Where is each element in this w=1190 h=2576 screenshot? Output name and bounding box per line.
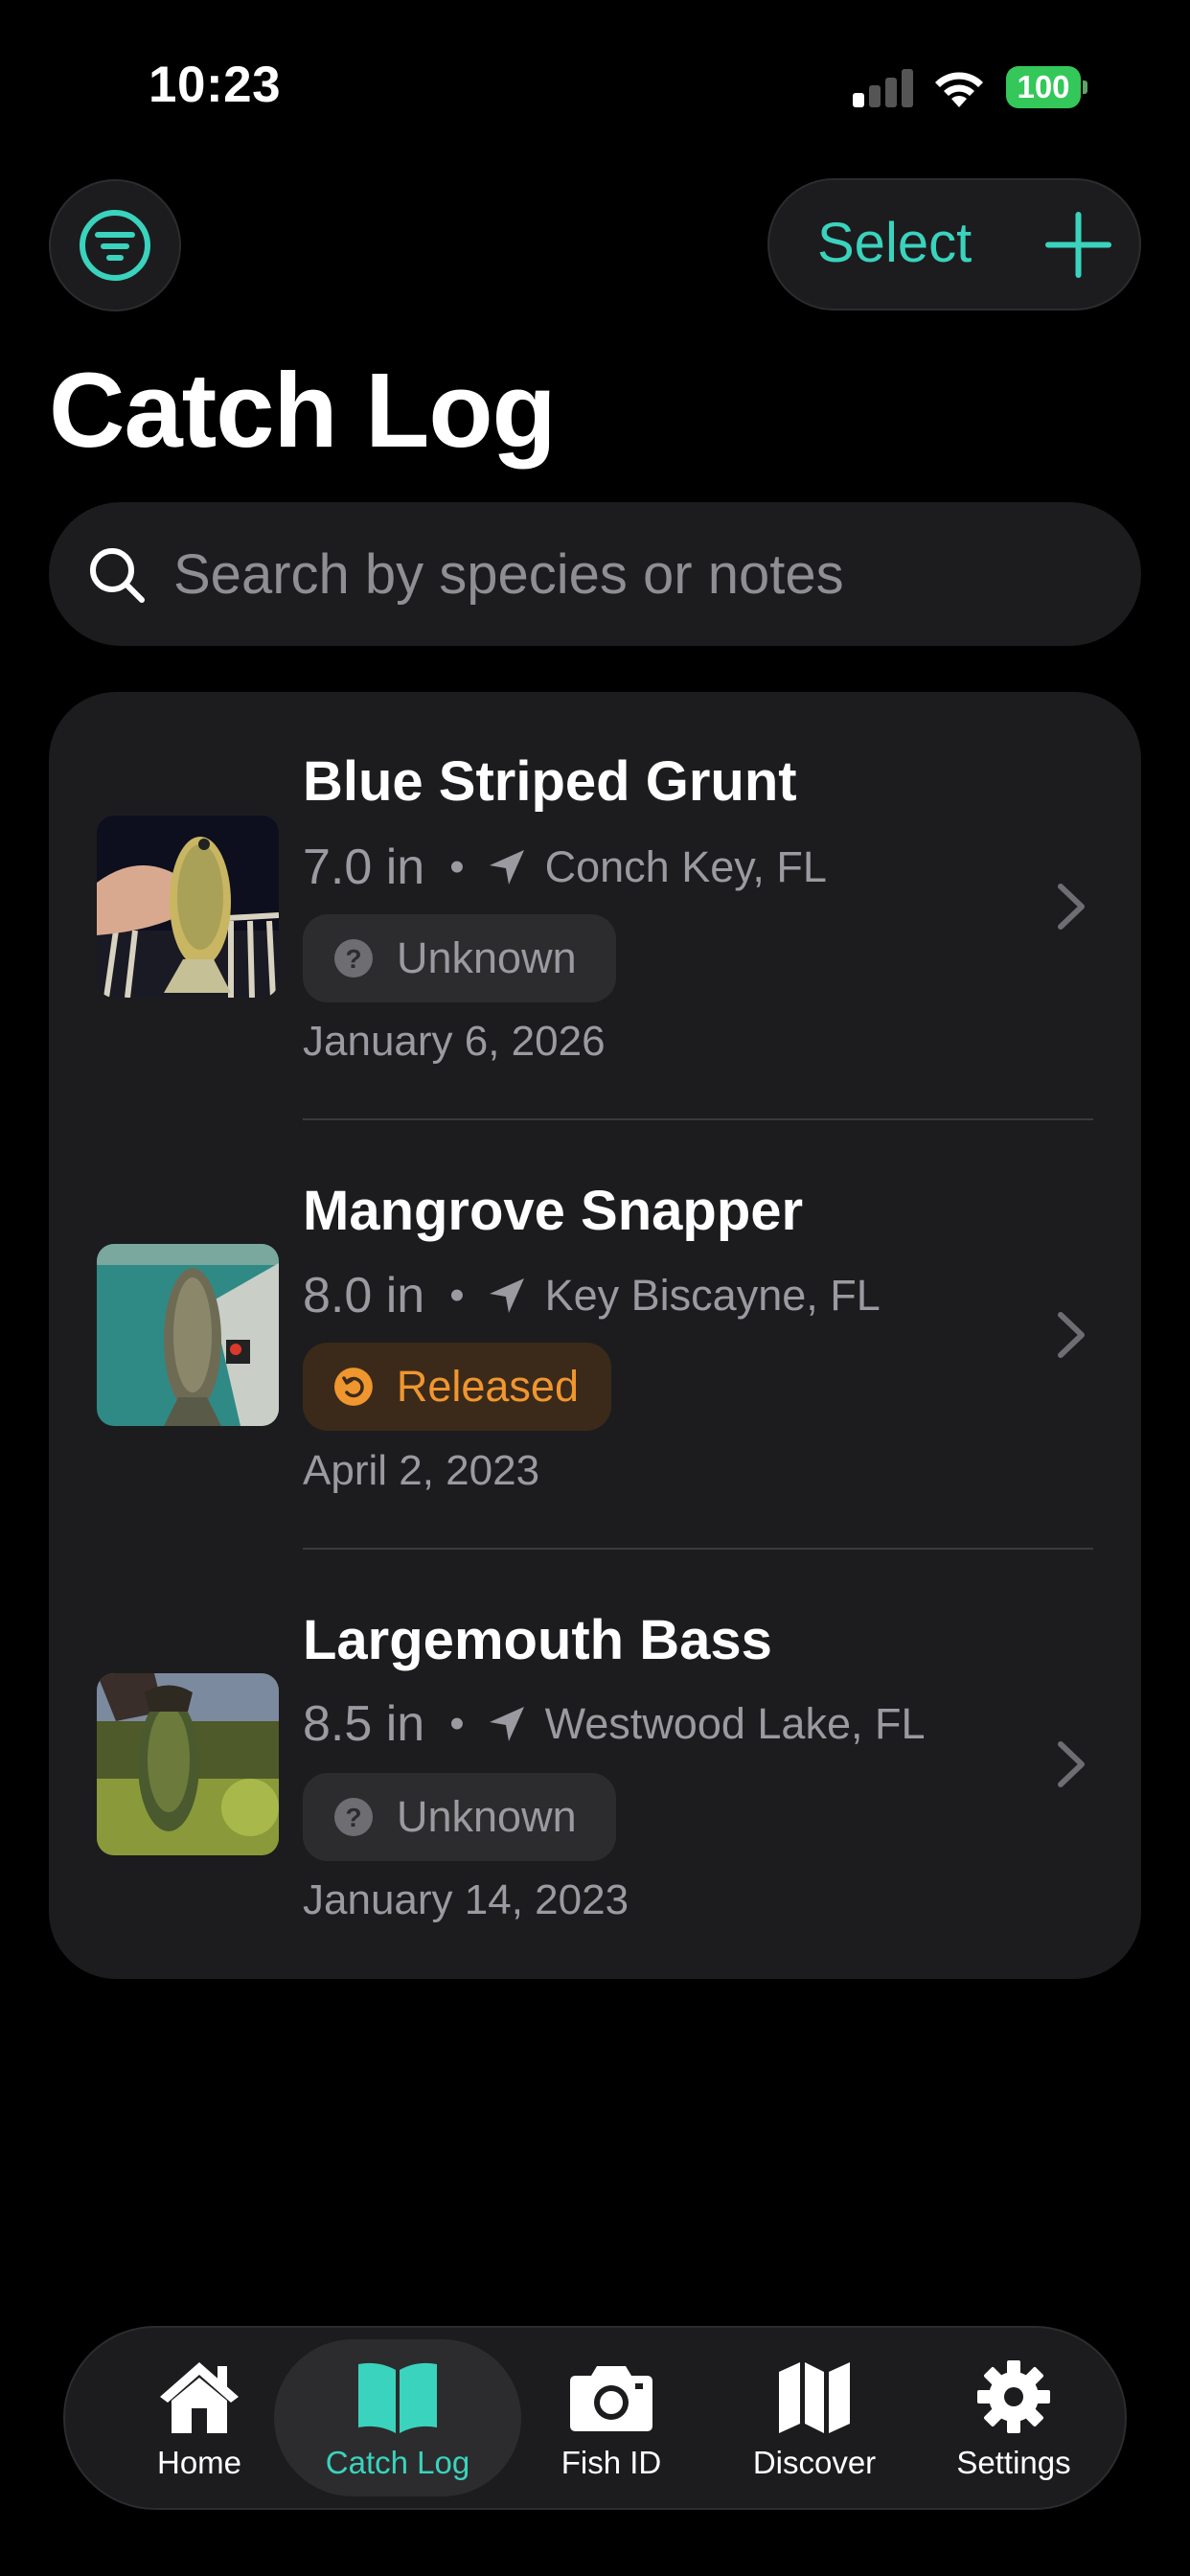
divider: [303, 1548, 1093, 1550]
chevron-right-icon: [1058, 884, 1085, 930]
mangrove-snapper-photo: [97, 1244, 279, 1426]
blue-striped-grunt-photo: [97, 816, 279, 998]
gear-icon: [977, 2360, 1050, 2433]
plus-icon[interactable]: [1042, 209, 1114, 281]
length: 8.5 in: [303, 1696, 425, 1752]
tab-fish-id[interactable]: Fish ID: [535, 2328, 688, 2508]
catch-date: April 2, 2023: [303, 1447, 540, 1494]
svg-text:?: ?: [345, 1803, 361, 1832]
question-circle-icon: ?: [334, 939, 373, 978]
status-badge: ? Unknown: [303, 1773, 616, 1861]
top-actions: Select: [767, 178, 1141, 310]
catch-row[interactable]: Mangrove Snapper 8.0 in • Key Biscayne, …: [49, 1121, 1141, 1551]
status-time: 10:23: [149, 57, 282, 113]
camera-icon: [570, 2366, 652, 2431]
status-badge: ? Unknown: [303, 914, 616, 1002]
location: Conch Key, FL: [544, 842, 827, 891]
map-icon: [779, 2362, 850, 2433]
search-icon: [90, 548, 145, 603]
catch-meta: 7.0 in • Conch Key, FL: [303, 839, 827, 896]
location-arrow-icon: [489, 1707, 524, 1741]
status-bar: 10:23 100: [0, 0, 1190, 172]
species-name: Largemouth Bass: [303, 1609, 772, 1671]
location: Westwood Lake, FL: [544, 1699, 926, 1748]
location: Key Biscayne, FL: [544, 1271, 881, 1320]
tab-label: Fish ID: [561, 2445, 662, 2480]
length: 8.0 in: [303, 1268, 425, 1323]
filter-icon: [80, 210, 150, 281]
largemouth-bass-photo: [97, 1673, 279, 1855]
book-icon: [358, 2362, 437, 2433]
status-label: Unknown: [397, 1792, 577, 1841]
separator-dot: •: [449, 1272, 465, 1319]
tab-label: Catch Log: [325, 2445, 470, 2480]
catch-row[interactable]: Largemouth Bass 8.5 in • Westwood Lake, …: [49, 1551, 1141, 1980]
tab-label: Settings: [956, 2445, 1071, 2480]
tab-bar: Home Catch Log Fish ID Discover Settings: [63, 2326, 1127, 2510]
question-circle-icon: ?: [334, 1798, 373, 1836]
svg-text:?: ?: [345, 944, 361, 974]
search-bar[interactable]: [49, 502, 1141, 646]
catch-meta: 8.0 in • Key Biscayne, FL: [303, 1267, 881, 1324]
separator-dot: •: [449, 843, 465, 890]
tab-home[interactable]: Home: [123, 2328, 276, 2508]
species-name: Mangrove Snapper: [303, 1180, 804, 1242]
tab-discover[interactable]: Discover: [728, 2328, 901, 2508]
divider: [303, 1118, 1093, 1120]
chevron-right-icon: [1058, 1312, 1085, 1358]
tab-label: Home: [156, 2445, 242, 2480]
select-button[interactable]: Select: [817, 211, 972, 275]
separator-dot: •: [449, 1700, 465, 1747]
length: 7.0 in: [303, 840, 425, 895]
catch-date: January 14, 2023: [303, 1876, 629, 1923]
house-icon: [160, 2362, 239, 2433]
location-arrow-icon: [489, 1278, 524, 1313]
status-label: Released: [396, 1362, 579, 1411]
battery-icon: 100: [1006, 66, 1087, 108]
status-badge: Released: [303, 1343, 611, 1431]
filter-button[interactable]: [49, 179, 181, 311]
wifi-icon: [935, 72, 983, 107]
location-arrow-icon: [489, 850, 524, 885]
search-input[interactable]: [173, 502, 1112, 646]
tab-catch-log[interactable]: Catch Log: [274, 2339, 521, 2496]
battery-level: 100: [1017, 69, 1070, 104]
catch-row[interactable]: Blue Striped Grunt 7.0 in • Conch Key, F…: [49, 692, 1141, 1121]
status-label: Unknown: [397, 933, 577, 982]
cellular-signal-icon: [853, 67, 914, 107]
page-title: Catch Log: [49, 352, 557, 470]
release-arrow-icon: [333, 1368, 373, 1406]
species-name: Blue Striped Grunt: [303, 750, 797, 813]
catch-date: January 6, 2026: [303, 1018, 606, 1065]
catch-meta: 8.5 in • Westwood Lake, FL: [303, 1695, 926, 1753]
tab-label: Discover: [752, 2445, 877, 2480]
catch-list: Blue Striped Grunt 7.0 in • Conch Key, F…: [49, 692, 1141, 1979]
chevron-right-icon: [1058, 1741, 1085, 1787]
tab-settings[interactable]: Settings: [927, 2328, 1100, 2508]
